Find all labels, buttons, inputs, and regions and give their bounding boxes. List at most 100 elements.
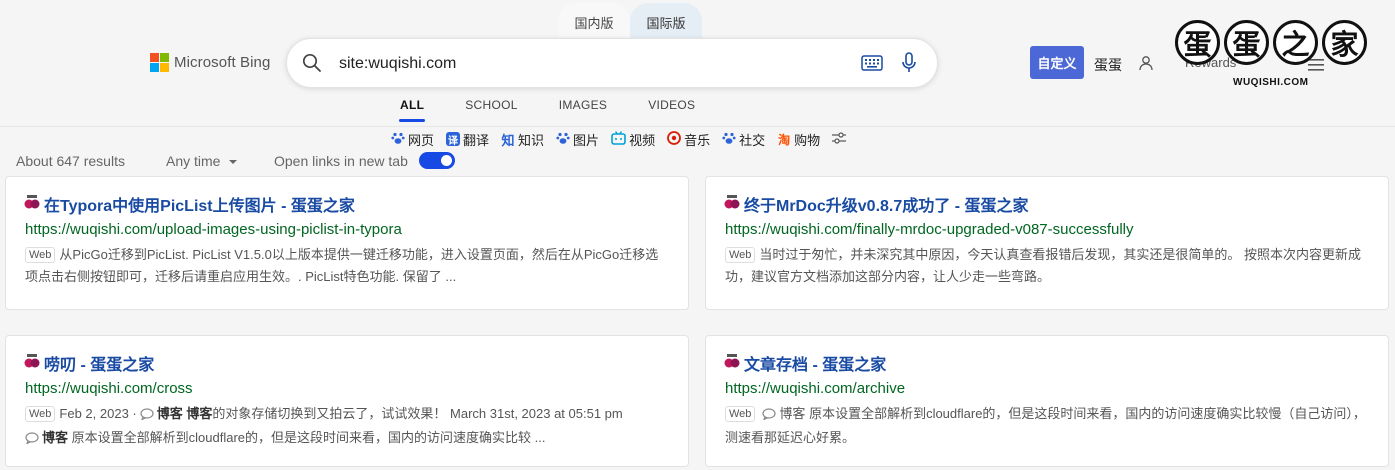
result-snippet: Web 博客 原本设置全部解析到cloudflare的，但是这段时间来看，国内的访… bbox=[725, 403, 1370, 449]
result-title-link[interactable]: 终于MrDoc升级v0.8.7成功了 - 蛋蛋之家 bbox=[724, 192, 1029, 216]
tab-images[interactable]: IMAGES bbox=[550, 96, 616, 122]
quick-link-music[interactable]: 音乐 bbox=[667, 130, 710, 149]
snippet-text: 原本设置全部解析到cloudflare的，但是这段时间来看，国内的访问速度确实比… bbox=[725, 406, 1366, 445]
microphone-icon[interactable] bbox=[901, 52, 917, 79]
paw-icon bbox=[391, 131, 405, 148]
caret-down-icon bbox=[224, 153, 238, 169]
result-title: 在Typora中使用PicList上传图片 - 蛋蛋之家 bbox=[44, 198, 355, 215]
user-name[interactable]: 蛋蛋 bbox=[1094, 55, 1122, 75]
toggle-knob bbox=[441, 155, 452, 166]
quick-link-label: 购物 bbox=[794, 132, 821, 148]
microsoft-logo-icon bbox=[150, 53, 169, 72]
result-snippet: Web Feb 2, 2023 · 博客 博客的对象存储切换到又拍云了，试试效果！ … bbox=[25, 403, 670, 451]
paw-icon bbox=[722, 131, 736, 148]
result-url[interactable]: https://wuqishi.com/cross bbox=[25, 380, 193, 397]
web-tag: Web bbox=[725, 406, 756, 422]
open-links-toggle[interactable] bbox=[419, 152, 455, 169]
snippet-text: 当时过于匆忙，并未深究其中原因，今天认真查看报错后发现，其实还是很简单的。 按照… bbox=[725, 247, 1362, 284]
quick-link-label: 图片 bbox=[573, 132, 600, 148]
brand-char: 之 bbox=[1273, 20, 1318, 65]
quick-link-label: 视频 bbox=[629, 132, 656, 148]
logo-text: Microsoft Bing bbox=[174, 54, 271, 71]
result-url[interactable]: https://wuqishi.com/archive bbox=[725, 380, 905, 397]
result-card: 文章存档 - 蛋蛋之家 https://wuqishi.com/archive … bbox=[705, 335, 1389, 467]
tab-international[interactable]: 国际版 bbox=[630, 3, 702, 41]
sliders-icon bbox=[832, 131, 847, 147]
brand-char: 蛋 bbox=[1175, 20, 1220, 65]
snippet-bold: 博客 bbox=[156, 406, 183, 421]
quick-link-label: 社交 bbox=[739, 132, 766, 148]
brand-char: 蛋 bbox=[1224, 20, 1269, 65]
result-url[interactable]: https://wuqishi.com/finally-mrdoc-upgrad… bbox=[725, 221, 1134, 238]
result-card: 在Typora中使用PicList上传图片 - 蛋蛋之家 https://wuq… bbox=[5, 176, 689, 310]
region-tabs: 国内版 国际版 bbox=[558, 3, 702, 41]
quick-links-settings[interactable] bbox=[832, 131, 847, 147]
time-filter-label: Any time bbox=[166, 153, 221, 169]
snippet-text: 的对象存储切换到又拍云了，试试效果！ March 31st, 2023 at 0… bbox=[212, 406, 623, 421]
comment-bubble-icon bbox=[25, 429, 39, 451]
result-title-link[interactable]: 文章存档 - 蛋蛋之家 bbox=[724, 351, 886, 375]
bing-logo[interactable]: Microsoft Bing bbox=[150, 53, 270, 72]
tab-all[interactable]: ALL bbox=[391, 96, 433, 122]
quick-link-label: 音乐 bbox=[684, 132, 711, 148]
result-title: 唠叨 - 蛋蛋之家 bbox=[44, 357, 155, 374]
site-favicon-icon bbox=[24, 353, 40, 374]
result-date: Feb 2, 2023 · bbox=[59, 406, 137, 421]
quick-link-knowledge[interactable]: 知 知识 bbox=[501, 130, 545, 149]
time-filter-dropdown[interactable]: Any time bbox=[166, 153, 238, 169]
paw-icon bbox=[556, 131, 570, 148]
snippet-text: 从PicGo迁移到PicList. PicList V1.5.0以上版本提供一键… bbox=[25, 247, 659, 284]
snippet-bold: 博客 bbox=[779, 406, 806, 421]
quick-links: 网页 译 翻译 知 知识 图片 视频 音乐 社交 淘 购物 bbox=[391, 130, 858, 148]
customize-button[interactable]: 自定义 bbox=[1030, 46, 1084, 79]
scope-tabs: ALL SCHOOL IMAGES VIDEOS bbox=[391, 96, 727, 122]
translate-icon: 译 bbox=[446, 132, 461, 147]
result-title: 终于MrDoc升级v0.8.7成功了 - 蛋蛋之家 bbox=[744, 198, 1029, 215]
quick-link-video[interactable]: 视频 bbox=[611, 130, 655, 149]
shop-icon: 淘 bbox=[778, 132, 791, 147]
search-box bbox=[286, 38, 938, 88]
result-title-link[interactable]: 在Typora中使用PicList上传图片 - 蛋蛋之家 bbox=[24, 192, 355, 216]
brand-subtitle: WUQISHI.COM bbox=[1233, 77, 1309, 88]
quick-link-web[interactable]: 网页 bbox=[391, 130, 434, 149]
comment-bubble-icon bbox=[762, 405, 777, 427]
quick-link-label: 网页 bbox=[408, 132, 435, 148]
result-card: 唠叨 - 蛋蛋之家 https://wuqishi.com/cross Web F… bbox=[5, 335, 689, 467]
result-card: 终于MrDoc升级v0.8.7成功了 - 蛋蛋之家 https://wuqish… bbox=[705, 176, 1389, 310]
brand-char: 家 bbox=[1322, 20, 1367, 65]
search-input[interactable] bbox=[339, 52, 819, 76]
snippet-bold: 博客 bbox=[186, 406, 213, 421]
result-count: About 647 results bbox=[16, 153, 125, 169]
search-icon[interactable] bbox=[302, 53, 322, 78]
comment-bubble-icon bbox=[140, 405, 154, 427]
result-title: 文章存档 - 蛋蛋之家 bbox=[744, 357, 887, 374]
quick-link-label: 翻译 bbox=[463, 132, 490, 148]
result-snippet: Web 当时过于匆忙，并未深究其中原因，今天认真查看报错后发现，其实还是很简单的。… bbox=[725, 244, 1370, 288]
site-watermark-logo: 蛋 蛋 之 家 WUQISHI.COM bbox=[1175, 20, 1385, 94]
tv-icon bbox=[611, 130, 626, 148]
keyboard-icon[interactable] bbox=[861, 55, 883, 76]
quick-link-label: 知识 bbox=[518, 132, 545, 148]
knowledge-icon: 知 bbox=[501, 132, 515, 148]
music-icon bbox=[667, 130, 681, 148]
web-tag: Web bbox=[25, 247, 56, 263]
quick-link-translate[interactable]: 译 翻译 bbox=[446, 130, 489, 149]
result-title-link[interactable]: 唠叨 - 蛋蛋之家 bbox=[24, 351, 154, 375]
user-icon[interactable] bbox=[1138, 55, 1154, 76]
site-favicon-icon bbox=[24, 194, 40, 215]
web-tag: Web bbox=[725, 247, 756, 263]
result-url[interactable]: https://wuqishi.com/upload-images-using-… bbox=[25, 221, 402, 238]
tab-videos[interactable]: VIDEOS bbox=[639, 96, 704, 122]
open-links-label: Open links in new tab bbox=[274, 153, 408, 169]
site-favicon-icon bbox=[724, 353, 740, 374]
site-favicon-icon bbox=[724, 194, 740, 215]
result-snippet: Web 从PicGo迁移到PicList. PicList V1.5.0以上版本提… bbox=[25, 244, 670, 288]
tab-domestic[interactable]: 国内版 bbox=[558, 3, 630, 41]
tab-school[interactable]: SCHOOL bbox=[456, 96, 526, 122]
web-tag: Web bbox=[25, 406, 56, 422]
quick-link-images[interactable]: 图片 bbox=[556, 130, 599, 149]
quick-link-social[interactable]: 社交 bbox=[722, 130, 765, 149]
snippet-text: 原本设置全部解析到cloudflare的，但是这段时间来看，国内的访问速度确实比… bbox=[71, 430, 546, 445]
snippet-bold: 博客 bbox=[42, 430, 69, 445]
quick-link-shopping[interactable]: 淘 购物 bbox=[777, 130, 820, 149]
